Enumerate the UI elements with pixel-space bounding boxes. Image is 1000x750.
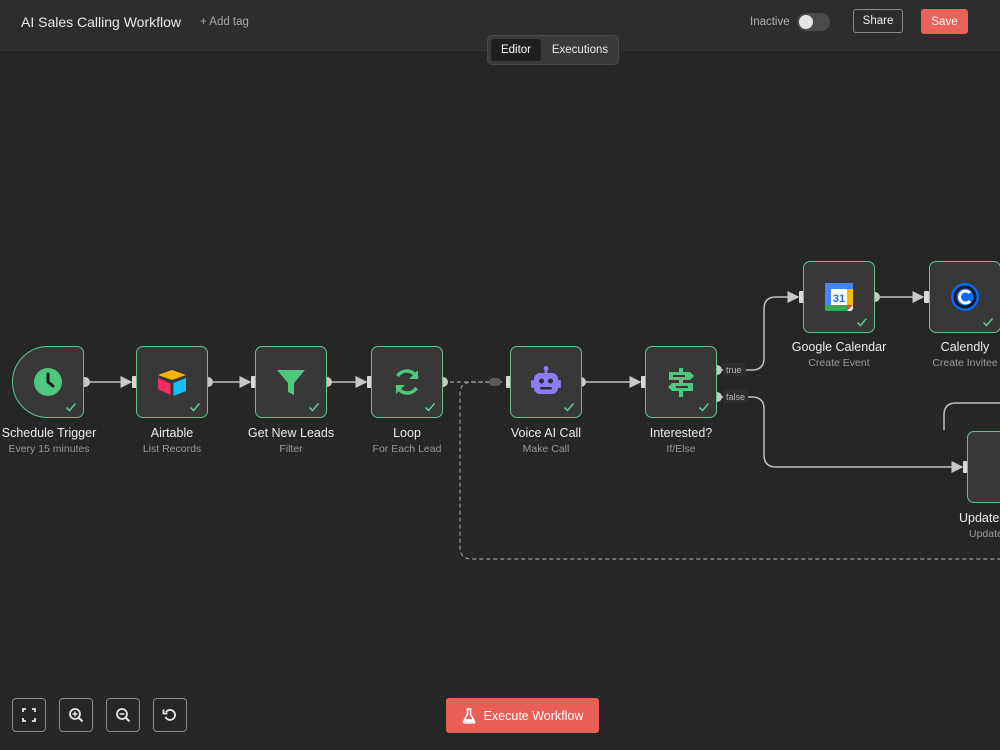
- node-label: Loop: [393, 426, 421, 440]
- node-loop[interactable]: [371, 346, 443, 418]
- fit-view-icon: [22, 708, 36, 722]
- clock-icon: [34, 368, 62, 396]
- success-check-icon: [982, 317, 994, 327]
- undo-icon: [162, 709, 176, 721]
- success-check-icon: [698, 402, 710, 412]
- node-airtable[interactable]: [136, 346, 208, 418]
- execute-workflow-label: Execute Workflow: [483, 708, 584, 723]
- success-check-icon: [65, 402, 77, 412]
- branch-false-label: false: [726, 392, 745, 402]
- edge-update-loop: [943, 402, 1000, 430]
- flask-icon: [462, 707, 475, 724]
- node-update-airtable[interactable]: [967, 431, 1000, 503]
- zoom-out-button[interactable]: [106, 698, 140, 732]
- node-subtitle: If/Else: [666, 443, 696, 455]
- node-subtitle: Update: [969, 528, 1000, 540]
- node-voice-ai-call[interactable]: [510, 346, 582, 418]
- success-check-icon: [424, 402, 436, 412]
- node-label: Update: [959, 511, 1000, 525]
- calendar-day-number: 31: [833, 293, 845, 305]
- reset-view-button[interactable]: [153, 698, 187, 732]
- tab-executions[interactable]: Executions: [544, 39, 616, 61]
- branch-true-label: true: [726, 365, 742, 375]
- success-check-icon: [189, 402, 201, 412]
- robot-icon: [531, 366, 561, 394]
- filter-icon: [277, 370, 305, 395]
- execute-workflow-button[interactable]: Execute Workflow: [446, 698, 599, 733]
- success-check-icon: [856, 317, 868, 327]
- node-schedule-trigger[interactable]: [12, 346, 84, 418]
- node-label: Interested?: [649, 426, 713, 440]
- calendly-icon: [951, 283, 979, 311]
- node-get-new-leads[interactable]: [255, 346, 327, 418]
- signpost-icon: [668, 368, 694, 397]
- airtable-icon: [158, 370, 186, 396]
- node-interested-ifelse[interactable]: [645, 346, 717, 418]
- success-check-icon: [308, 402, 320, 412]
- node-google-calendar[interactable]: 31: [803, 261, 875, 333]
- node-calendly[interactable]: [929, 261, 1000, 333]
- zoom-in-icon: [69, 708, 84, 723]
- view-tabs: Editor Executions: [487, 35, 619, 65]
- node-label: Calendly: [940, 340, 990, 354]
- node-subtitle: For Each Lead: [372, 443, 442, 455]
- google-calendar-icon: 31: [825, 283, 853, 311]
- success-check-icon: [563, 402, 575, 412]
- zoom-in-button[interactable]: [59, 698, 93, 732]
- loop-icon: [395, 369, 419, 395]
- node-subtitle: Create Invitee: [932, 357, 998, 369]
- tab-editor[interactable]: Editor: [491, 39, 541, 61]
- fit-view-button[interactable]: [12, 698, 46, 732]
- zoom-out-icon: [116, 708, 131, 723]
